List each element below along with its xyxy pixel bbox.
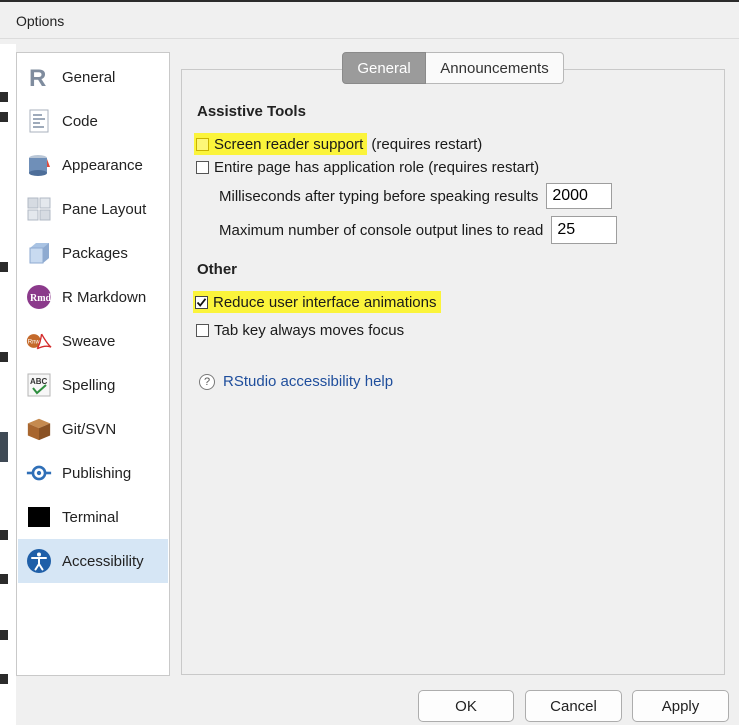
sidebar-item-label: Sweave	[62, 332, 116, 350]
sidebar-item-general[interactable]: R General	[18, 55, 168, 99]
sidebar-item-label: R Markdown	[62, 288, 147, 306]
spelling-abc-icon: ABC	[26, 372, 52, 398]
background-window-strip	[0, 44, 16, 725]
sidebar-item-label: Spelling	[62, 376, 116, 394]
sidebar-item-publishing[interactable]: Publishing	[18, 451, 168, 495]
svg-text:Rmd: Rmd	[30, 293, 52, 304]
ms-delay-label: Milliseconds after typing before speakin…	[219, 187, 539, 205]
panel-tabs: General Announcements	[342, 52, 564, 84]
tab-focus-option: Tab key always moves focus	[196, 319, 404, 341]
sidebar-item-label: Appearance	[62, 156, 143, 174]
sidebar-item-label: General	[62, 68, 116, 86]
svg-text:R: R	[29, 65, 46, 89]
sidebar-item-r-markdown[interactable]: Rmd R Markdown	[18, 275, 168, 319]
accessibility-help: ? RStudio accessibility help	[199, 373, 393, 390]
screen-reader-label: Screen reader support	[214, 135, 364, 153]
rmd-icon: Rmd	[26, 284, 52, 310]
sidebar-item-label: Code	[62, 112, 98, 130]
sidebar-item-label: Packages	[62, 244, 128, 262]
tab-announcements[interactable]: Announcements	[426, 52, 564, 84]
sidebar-item-pane-layout[interactable]: Pane Layout	[18, 187, 168, 231]
sweave-pdf-icon: Rnw	[26, 328, 52, 354]
screen-reader-highlight: Screen reader support	[194, 133, 368, 155]
sidebar-item-spelling[interactable]: ABC Spelling	[18, 363, 168, 407]
app-role-label: Entire page has application role (requir…	[214, 158, 540, 176]
sidebar-item-packages[interactable]: Packages	[18, 231, 168, 275]
max-lines-row: Maximum number of console output lines t…	[219, 216, 618, 244]
sidebar-item-label: Accessibility	[62, 552, 144, 570]
help-question-icon: ?	[199, 373, 215, 390]
sidebar-item-label: Git/SVN	[62, 420, 117, 438]
terminal-icon	[26, 504, 52, 530]
checkmark-icon	[196, 297, 207, 307]
screen-reader-option: Screen reader support (requires restart)	[194, 133, 482, 155]
code-document-icon	[26, 108, 52, 134]
dialog-titlebar: Options	[0, 2, 739, 39]
tab-focus-label: Tab key always moves focus	[214, 321, 405, 339]
sidebar-item-label: Publishing	[62, 464, 132, 482]
sidebar-item-label: Terminal	[62, 508, 119, 526]
pane-layout-icon	[26, 196, 52, 222]
screen-reader-checkbox[interactable]	[196, 137, 209, 151]
other-heading: Other	[197, 261, 238, 278]
app-role-option: Entire page has application role (requir…	[196, 156, 539, 178]
dialog-title: Options	[16, 13, 65, 29]
r-logo-icon: R	[26, 64, 52, 90]
screen-reader-suffix: (requires restart)	[367, 135, 483, 153]
package-box-icon	[26, 240, 52, 266]
publishing-icon	[26, 460, 52, 486]
options-sidebar: R General Code Appearance Pane Layout Pa…	[16, 52, 170, 676]
paint-bucket-icon	[26, 152, 52, 178]
app-role-checkbox[interactable]	[196, 160, 209, 174]
sidebar-item-sweave[interactable]: Rnw Sweave	[18, 319, 168, 363]
ok-button[interactable]: OK	[418, 690, 514, 722]
sidebar-item-terminal[interactable]: Terminal	[18, 495, 168, 539]
max-lines-label: Maximum number of console output lines t…	[219, 221, 544, 239]
sidebar-item-accessibility[interactable]: Accessibility	[18, 539, 168, 583]
max-lines-input[interactable]	[551, 216, 618, 244]
git-box-icon	[26, 416, 52, 442]
reduce-animations-label: Reduce user interface animations	[213, 293, 437, 311]
sidebar-item-git-svn[interactable]: Git/SVN	[18, 407, 168, 451]
ms-delay-input[interactable]	[546, 183, 613, 209]
apply-button[interactable]: Apply	[632, 690, 729, 722]
assistive-tools-heading: Assistive Tools	[197, 103, 306, 120]
sidebar-item-label: Pane Layout	[62, 200, 147, 218]
sidebar-item-appearance[interactable]: Appearance	[18, 143, 168, 187]
reduce-animations-option: Reduce user interface animations	[193, 291, 442, 313]
tab-focus-checkbox[interactable]	[196, 323, 209, 337]
sidebar-item-code[interactable]: Code	[18, 99, 168, 143]
reduce-animations-checkbox[interactable]	[195, 295, 208, 309]
ms-delay-row: Milliseconds after typing before speakin…	[219, 183, 613, 209]
cancel-button[interactable]: Cancel	[525, 690, 622, 722]
accessibility-icon	[26, 548, 52, 574]
tab-general[interactable]: General	[342, 52, 426, 84]
accessibility-help-link[interactable]: RStudio accessibility help	[223, 373, 393, 390]
